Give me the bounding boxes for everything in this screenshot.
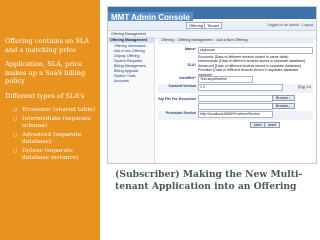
reset-button[interactable]: reset — [264, 122, 280, 128]
left-navigation: Offering Management Offering Information… — [108, 37, 155, 163]
leftnav-item[interactable]: Accounts — [108, 78, 154, 83]
breadcrumb: Offering :: Offering Management :: Add a… — [158, 37, 314, 44]
identifier-label: Identifier* — [179, 76, 196, 80]
sql-file-input-1[interactable] — [198, 95, 273, 102]
sql-row: Sql File For Execution Browse... Browse.… — [158, 94, 313, 110]
content-version-input[interactable]: 1.0 — [198, 84, 283, 91]
sla-options: Economic [Data of different tenants stor… — [198, 55, 313, 77]
browse-button[interactable]: Browse... — [272, 103, 295, 109]
sla-type-item: Economic (shared table) — [13, 107, 97, 114]
provision-row: Provision Service http://localhost:8080/… — [158, 111, 313, 120]
sidebar-paragraph-sla-types: Different types of SLA's — [5, 91, 85, 100]
sidebar-paragraph-offering: Offering contains an SLA and a matching … — [5, 37, 90, 54]
sla-row: SLA* Economic [Data of different tenants… — [158, 55, 313, 77]
sidebar-paragraph-policy: Application, SLA, price makes up a SaaS … — [5, 60, 86, 86]
content-version-row: Content Version 1.0 (Eg) 1.0 — [158, 84, 313, 93]
name-input[interactable]: skyhouse — [198, 47, 313, 54]
offering-form: Name* skyhouse SLA* Economic [Data of di… — [158, 47, 313, 129]
name-label: Name* — [184, 47, 196, 51]
provision-service-input[interactable]: http://localhost:8080/ProvisionService — [198, 111, 273, 118]
provision-label: Provision Service — [165, 111, 196, 115]
browse-button[interactable]: Browse... — [272, 95, 295, 101]
logged-in-user[interactable]: Logged in as admin - Logout — [267, 23, 313, 27]
admin-console-screenshot: MMT Admin Console Offering Tenant Logged… — [107, 6, 317, 164]
content-version-hint: (Eg) 1.0 — [298, 85, 311, 89]
content-version-label: Content Version — [168, 84, 196, 88]
console-header: MMT Admin Console — [108, 7, 316, 23]
identifier-row: Identifier* Test.skyofficeline — [158, 76, 313, 83]
identifier-input[interactable]: Test.skyofficeline — [198, 76, 253, 83]
tab-tenant[interactable]: Tenant — [204, 22, 223, 29]
form-actions: save reset — [158, 121, 313, 128]
sla-type-item: Deluxe (separate database instance) — [13, 148, 97, 162]
sql-label: Sql File For Execution — [158, 97, 196, 101]
sla-type-item: Advanced (separate database) — [13, 132, 97, 146]
slide-title: (Subscriber) Making the New Multi-tenant… — [115, 169, 303, 192]
sql-file-input-2[interactable] — [198, 103, 273, 110]
sla-type-list: Economic (shared table) Intermediate (se… — [5, 107, 97, 162]
name-row: Name* skyhouse — [158, 47, 313, 54]
sla-label: SLA* — [187, 63, 196, 67]
sidebar-text: Offering contains an SLA and a matching … — [5, 37, 97, 164]
sla-type-item: Intermediate (separate schema) — [13, 116, 97, 130]
console-nav: Offering Tenant Logged in as admin - Log… — [108, 21, 316, 31]
